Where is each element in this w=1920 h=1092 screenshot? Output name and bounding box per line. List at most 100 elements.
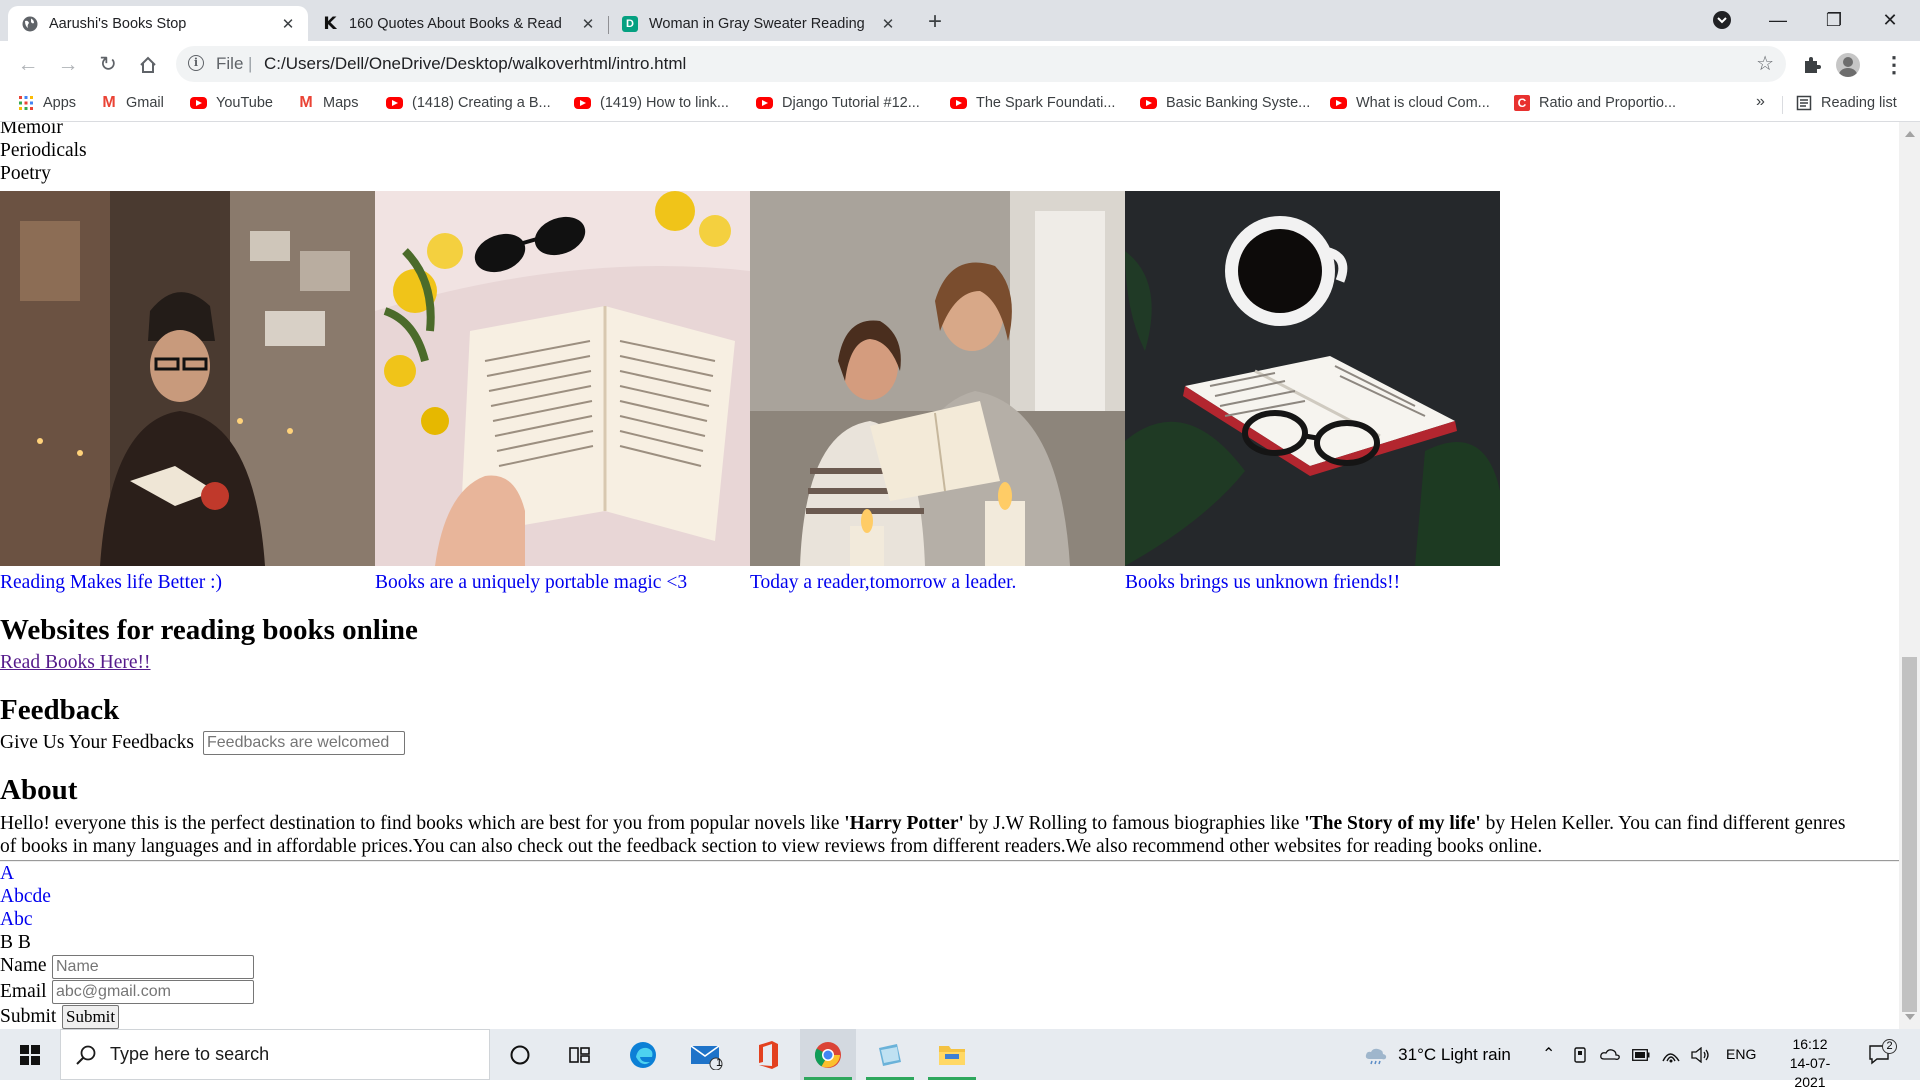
youtube-icon [1330,97,1347,109]
cortana-icon[interactable] [492,1029,548,1080]
rain-cloud-icon [1365,1048,1387,1065]
task-view-icon[interactable] [552,1029,608,1080]
feedback-input[interactable]: Feedbacks are welcomed [203,731,405,755]
about-text: by J.W Rolling to famous biographies lik… [963,813,1305,834]
search-icon [76,1045,96,1065]
link-a[interactable]: A [0,862,14,885]
windows-taskbar: Type here to search 1 31°C Light rain ⌃ [0,1029,1920,1090]
profile-avatar[interactable] [1836,53,1860,77]
device-icon[interactable] [1572,1029,1588,1080]
bookmark-apps[interactable]: Apps [18,95,76,111]
tab-160-quotes[interactable]: K 160 Quotes About Books & Read ✕ [308,6,608,41]
link-abc[interactable]: Abc [0,908,33,931]
bookmark-label: (1419) How to link... [600,95,729,111]
bookmark-django-tutorial[interactable]: Django Tutorial #12... [756,95,920,111]
notepad-app-icon[interactable] [862,1029,918,1080]
tab-title: Woman in Gray Sweater Reading [649,15,865,32]
office-icon[interactable] [740,1029,796,1080]
language-indicator[interactable]: ENG [1726,1029,1756,1080]
home-button[interactable] [132,49,164,81]
close-tab-icon[interactable]: ✕ [576,15,600,33]
address-bar[interactable]: i File | C:/Users/Dell/OneDrive/Desktop/… [176,46,1786,82]
extensions-puzzle-icon[interactable] [1796,49,1828,81]
bookmark-cloud-computing[interactable]: What is cloud Com... [1330,95,1490,111]
bookmark-maps[interactable]: M Maps [298,94,358,112]
close-tab-icon[interactable]: ✕ [876,15,900,33]
email-input[interactable]: abc@gmail.com [52,980,254,1004]
more-bookmarks-chevron[interactable]: » [1756,93,1765,111]
close-window-button[interactable]: ✕ [1862,0,1918,41]
youtube-icon [756,97,773,109]
about-heading: About [0,774,78,806]
globe-icon [22,16,38,32]
clock[interactable]: 16:12 14-07-2021 [1780,1035,1840,1092]
taskbar-search-box[interactable]: Type here to search [60,1029,490,1080]
horizontal-rule [0,860,1899,862]
reading-list-button[interactable]: Reading list [1796,95,1897,111]
gallery-caption[interactable]: Books are a uniquely portable magic <3 [375,572,687,594]
scroll-up-arrow[interactable] [1905,131,1915,137]
bookmark-star-icon[interactable]: ☆ [1756,51,1774,76]
restore-button[interactable]: ❐ [1806,0,1862,41]
genre-item: Memoir [0,122,63,138]
page-scrollbar[interactable] [1899,122,1920,1029]
bookmark-gmail[interactable]: M Gmail [101,95,164,112]
link-abcde[interactable]: Abcde [0,885,51,908]
volume-icon[interactable] [1690,1029,1710,1080]
about-text: by Helen Keller. You can find different … [1480,813,1846,834]
scrollbar-thumb[interactable] [1902,657,1917,1012]
gallery-caption[interactable]: Today a reader,tomorrow a leader. [750,572,1016,594]
bookmarks-bar: Apps M Gmail YouTube M Maps (1418) Creat… [0,88,1920,122]
bookmark-creating-a-b[interactable]: (1418) Creating a B... [386,95,551,111]
email-label: Email [0,981,47,1002]
submit-button[interactable]: Submit [62,1005,120,1029]
gallery-caption[interactable]: Books brings us unknown friends!! [1125,572,1400,594]
new-tab-button[interactable]: + [921,8,949,36]
scroll-down-arrow[interactable] [1905,1014,1915,1020]
bookmark-label: Apps [43,95,77,111]
show-hidden-icons-chevron[interactable]: ⌃ [1542,1029,1555,1080]
minimize-button[interactable]: — [1750,0,1806,41]
name-input[interactable]: Name [52,955,254,979]
bookmark-ratio-proportion[interactable]: C Ratio and Proportio... [1514,95,1676,111]
tab-search-button[interactable] [1694,0,1750,41]
back-button[interactable]: ← [12,49,44,81]
gallery-image-book-coffee [1125,191,1500,566]
onedrive-sync-icon[interactable] [1600,1029,1620,1080]
close-tab-icon[interactable]: ✕ [276,15,300,33]
tab-woman-in-gray-sweater[interactable]: D Woman in Gray Sweater Reading ✕ [608,6,908,41]
wifi-icon[interactable] [1662,1029,1680,1080]
bookmark-label: (1418) Creating a B... [412,95,551,111]
url-text[interactable]: C:/Users/Dell/OneDrive/Desktop/walkoverh… [264,54,686,74]
chrome-taskbar-icon[interactable] [800,1029,856,1080]
notifications-icon[interactable]: 2 [1868,1029,1897,1080]
bookmark-how-to-link[interactable]: (1419) How to link... [574,95,729,111]
file-explorer-icon[interactable] [924,1029,980,1080]
forward-button[interactable]: → [52,49,84,81]
windows-start-icon[interactable] [2,1029,58,1080]
tab-aarushis-books-stop[interactable]: Aarushi's Books Stop ✕ [8,6,308,41]
bookmark-spark-foundation[interactable]: The Spark Foundati... [950,95,1115,111]
battery-icon[interactable] [1632,1029,1650,1080]
bookmark-label: Gmail [126,95,164,111]
mail-icon[interactable]: 1 [678,1029,734,1080]
edge-browser-icon[interactable] [615,1029,671,1080]
gallery-caption[interactable]: Reading Makes life Better :) [0,572,222,594]
bookmark-basic-banking[interactable]: Basic Banking Syste... [1140,95,1310,111]
feedback-label: Give Us Your Feedbacks [0,732,194,753]
weather-widget[interactable]: 31°C Light rain [1364,1029,1511,1080]
tab-title: Aarushi's Books Stop [49,15,187,32]
youtube-icon [190,97,207,109]
more-menu-icon[interactable]: ⋮ [1878,49,1910,81]
read-books-link[interactable]: Read Books Here!! [0,651,151,674]
c-icon: C [1514,95,1530,111]
bookmark-youtube[interactable]: YouTube [190,95,273,111]
bookmark-label: YouTube [216,95,273,111]
clock-time: 16:12 [1792,1036,1828,1052]
name-label: Name [0,955,47,976]
youtube-icon [950,97,967,109]
gmail-icon: M [299,94,313,111]
notification-count: 2 [1882,1039,1897,1054]
reload-button[interactable]: ↻ [92,49,124,81]
site-info-icon[interactable]: i [188,55,204,71]
